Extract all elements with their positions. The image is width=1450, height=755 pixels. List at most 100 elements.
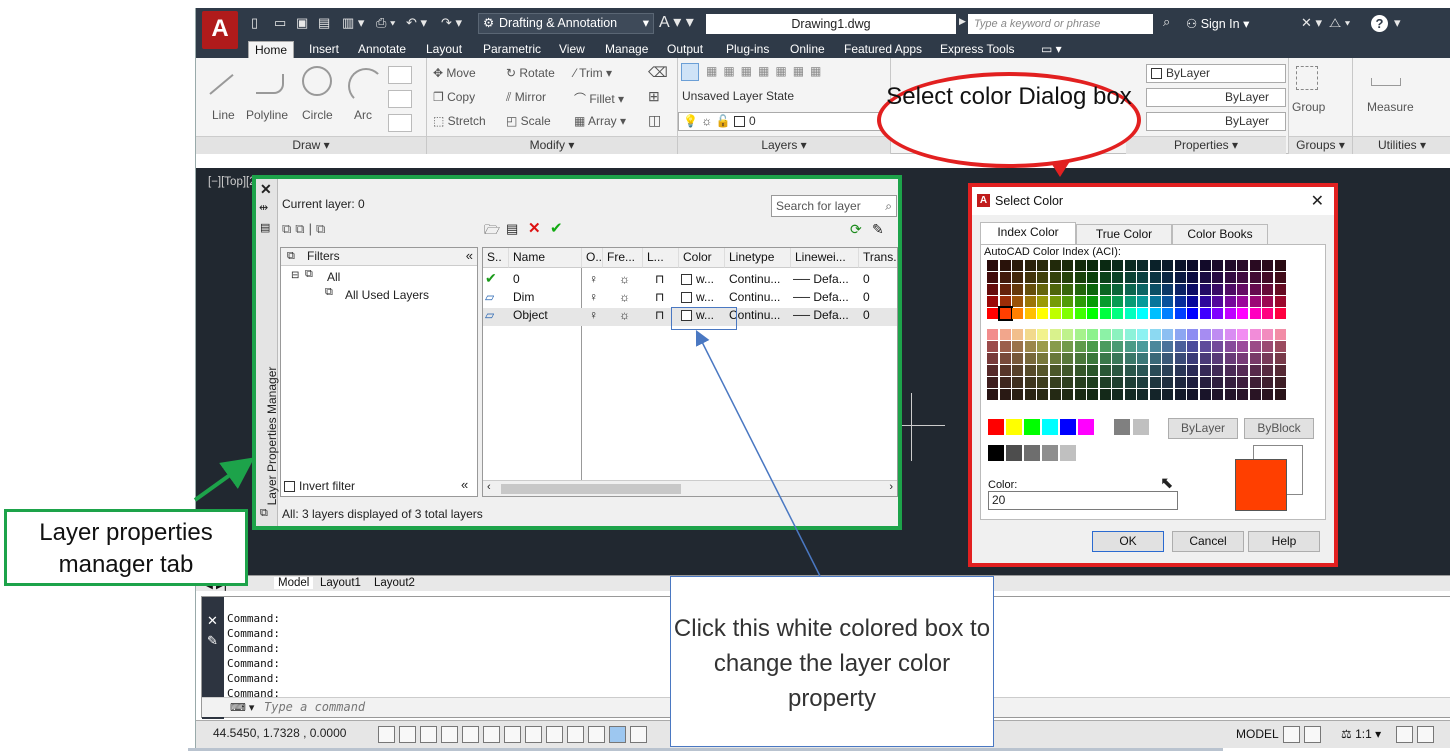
- aci-color-cell[interactable]: [1099, 329, 1111, 340]
- auto-hide-icon[interactable]: ⇹: [259, 201, 268, 214]
- gray-color-swatch[interactable]: [1024, 445, 1040, 461]
- aci-color-cell[interactable]: [1274, 284, 1286, 295]
- aci-color-cell[interactable]: [1074, 284, 1086, 295]
- aci-color-cell[interactable]: [1024, 377, 1036, 388]
- aci-color-cell[interactable]: [1262, 260, 1273, 271]
- aci-color-cell[interactable]: [1174, 296, 1186, 307]
- aci-color-cell[interactable]: [1249, 341, 1261, 352]
- lock-icon[interactable]: ⊓: [655, 308, 664, 322]
- aci-color-cell[interactable]: [1137, 308, 1148, 319]
- aci-color-cell[interactable]: [1137, 272, 1148, 283]
- layers-panel-footer[interactable]: Layers ▾: [678, 136, 890, 154]
- gray-color-swatch[interactable]: [1078, 445, 1094, 461]
- aci-color-cell[interactable]: [1049, 365, 1061, 376]
- tab-layout[interactable]: Layout: [426, 41, 462, 57]
- aci-color-cell[interactable]: [1149, 329, 1161, 340]
- close-icon[interactable]: ✕: [1311, 191, 1324, 211]
- tab-view[interactable]: View: [559, 41, 585, 57]
- aci-color-cell[interactable]: [1062, 329, 1073, 340]
- aci-color-cell[interactable]: [1062, 260, 1073, 271]
- aci-color-cell[interactable]: [1237, 389, 1248, 400]
- aci-color-cell[interactable]: [1274, 341, 1286, 352]
- aci-color-cell[interactable]: [1087, 329, 1098, 340]
- aci-color-cell[interactable]: [1049, 389, 1061, 400]
- col-linetype[interactable]: Linetype: [725, 248, 791, 268]
- standard-color-swatch[interactable]: [1042, 419, 1058, 435]
- fillet-button[interactable]: ⌒ Fillet ▾: [574, 90, 624, 107]
- aci-color-cell[interactable]: [1099, 389, 1111, 400]
- aci-color-cell[interactable]: [1062, 296, 1073, 307]
- aci-color-cell[interactable]: [1224, 389, 1236, 400]
- aci-color-cell[interactable]: [1224, 260, 1236, 271]
- aci-color-cell[interactable]: [1049, 296, 1061, 307]
- aci-color-cell[interactable]: [1237, 341, 1248, 352]
- circle-button[interactable]: Circle: [302, 108, 333, 122]
- aci-color-cell[interactable]: [1037, 260, 1048, 271]
- aci-color-cell[interactable]: [1274, 353, 1286, 364]
- aci-color-cell[interactable]: [1187, 272, 1198, 283]
- gray-color-swatch[interactable]: [1060, 445, 1076, 461]
- table-row[interactable]: ✔ 0 ♀ ☼ ⊓ w... Continu... ── Defa... 0: [483, 270, 897, 290]
- aci-color-cell[interactable]: [1187, 377, 1198, 388]
- tab-color-books[interactable]: Color Books: [1172, 224, 1268, 244]
- aci-color-cell[interactable]: [1174, 272, 1186, 283]
- aci-color-cell[interactable]: [1249, 329, 1261, 340]
- aci-color-cell[interactable]: [1024, 296, 1036, 307]
- aci-color-cell[interactable]: [1087, 284, 1098, 295]
- aci-color-cell[interactable]: [1024, 389, 1036, 400]
- aci-color-cell[interactable]: [1212, 341, 1223, 352]
- array-button[interactable]: ▦ Array ▾: [574, 114, 626, 128]
- open-icon[interactable]: ▭: [274, 15, 286, 31]
- aci-color-cell[interactable]: [1174, 377, 1186, 388]
- layer-color-cell[interactable]: w...: [681, 290, 714, 304]
- filter-tree-all-used-layers[interactable]: All Used Layers: [345, 288, 429, 302]
- arc-button[interactable]: Arc: [354, 108, 372, 122]
- model-space-toggle[interactable]: MODEL: [1236, 727, 1279, 741]
- aci-color-cell[interactable]: [1224, 353, 1236, 364]
- explode-icon[interactable]: ⊞: [648, 88, 660, 105]
- aci-color-cell[interactable]: [1099, 284, 1111, 295]
- copy-button[interactable]: ❐ Copy: [433, 90, 475, 104]
- aci-color-cell[interactable]: [1112, 296, 1123, 307]
- color-dropdown[interactable]: ByLayer: [1146, 64, 1286, 83]
- aci-color-cell[interactable]: [1024, 284, 1036, 295]
- tab-layout1[interactable]: Layout1: [320, 577, 361, 589]
- aci-color-cell[interactable]: [1199, 272, 1211, 283]
- new-icon[interactable]: ▯: [251, 15, 258, 31]
- aci-color-cell[interactable]: [1274, 377, 1286, 388]
- aci-color-cell[interactable]: [1249, 389, 1261, 400]
- sign-in-button[interactable]: ⚇ Sign In ▾: [1186, 16, 1249, 31]
- aci-color-cell[interactable]: [1062, 365, 1073, 376]
- aci-color-cell[interactable]: [1074, 329, 1086, 340]
- aci-color-cell[interactable]: [1224, 296, 1236, 307]
- aci-color-cell[interactable]: [1037, 353, 1048, 364]
- aci-color-cell[interactable]: [1124, 389, 1136, 400]
- aci-color-cell[interactable]: [999, 341, 1011, 352]
- print-icon[interactable]: ⎙ ▾: [376, 15, 395, 31]
- aci-color-cell[interactable]: [987, 389, 998, 400]
- aci-color-cell[interactable]: [1237, 284, 1248, 295]
- aci-color-cell[interactable]: [1049, 272, 1061, 283]
- aci-color-cell[interactable]: [1187, 389, 1198, 400]
- aci-color-cell[interactable]: [999, 329, 1011, 340]
- erase-icon[interactable]: ⌫: [648, 64, 668, 81]
- ellipse-icon[interactable]: [388, 114, 412, 132]
- col-color[interactable]: Color: [679, 248, 725, 268]
- annotation-scale[interactable]: ⚖ 1:1 ▾: [1341, 727, 1381, 741]
- aci-color-cell[interactable]: [1162, 353, 1173, 364]
- aci-color-cell[interactable]: [1099, 341, 1111, 352]
- aci-color-cell[interactable]: [1062, 389, 1073, 400]
- aci-color-cell[interactable]: [1249, 296, 1261, 307]
- aci-color-cell[interactable]: [1274, 296, 1286, 307]
- aci-color-cell[interactable]: [1012, 365, 1023, 376]
- measure-button[interactable]: Measure: [1367, 100, 1414, 114]
- collapse-filter-icon[interactable]: «: [466, 248, 473, 263]
- aci-color-cell[interactable]: [1124, 377, 1136, 388]
- collapse-icon[interactable]: «: [461, 477, 468, 492]
- lineweight-icon[interactable]: [567, 726, 584, 743]
- aci-color-cell[interactable]: [1099, 296, 1111, 307]
- aci-color-cell[interactable]: [1249, 260, 1261, 271]
- aci-color-cell[interactable]: [1249, 365, 1261, 376]
- lightbulb-icon[interactable]: ♀: [589, 272, 598, 286]
- aci-color-cell[interactable]: [1074, 377, 1086, 388]
